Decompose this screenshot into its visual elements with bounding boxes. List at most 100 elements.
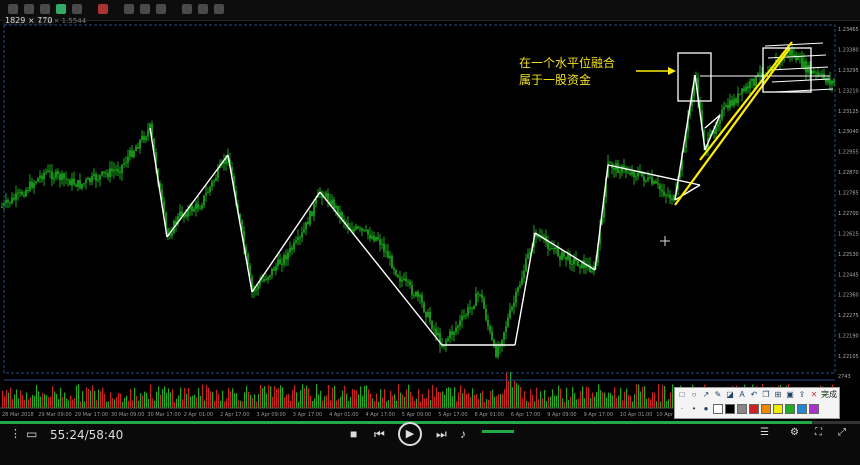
size-small-icon[interactable]: · <box>677 404 687 414</box>
screen-icon[interactable]: ▭ <box>26 427 37 441</box>
volume-bar <box>504 389 506 408</box>
swatch-black[interactable] <box>725 404 735 414</box>
time-label: 30 Mar 17:00 <box>147 412 180 418</box>
volume-bar <box>186 393 188 408</box>
seek-bar[interactable] <box>0 421 860 424</box>
volume-bar <box>452 396 454 408</box>
volume-bar <box>556 395 558 408</box>
ellipse-icon[interactable]: ○ <box>689 390 699 400</box>
time-label: 30 Mar 09:00 <box>111 412 144 418</box>
candle-body <box>19 191 21 193</box>
volume-bar <box>238 400 240 408</box>
time-label: 4 Apr 01:00 <box>329 412 358 418</box>
swatch-orange[interactable] <box>761 404 771 414</box>
candle-body <box>667 194 669 196</box>
candle-body <box>129 150 131 157</box>
expand-icon[interactable]: ⤢ <box>838 427 846 438</box>
copy-icon[interactable]: ❐ <box>761 390 771 400</box>
volume-bar <box>580 390 582 408</box>
time-label: 28 Mar 2018 <box>2 412 34 418</box>
candle-body <box>91 176 93 182</box>
volume-bar <box>448 387 450 408</box>
volume-bar <box>532 395 534 408</box>
candle-body <box>649 177 651 179</box>
candle-body <box>121 164 123 173</box>
undo-icon[interactable]: ↶ <box>749 390 759 400</box>
swatch-red[interactable] <box>749 404 759 414</box>
candle-body <box>59 174 61 180</box>
candle-body <box>433 328 435 330</box>
candle-body <box>801 57 803 68</box>
candle-body <box>265 279 267 281</box>
time-label: 3 Apr 17:00 <box>293 412 322 418</box>
candle-body <box>727 105 729 109</box>
arrow-tool-icon[interactable]: ↗ <box>701 390 711 400</box>
volume-bar <box>120 393 122 408</box>
candle-body <box>805 61 807 73</box>
stop-icon[interactable]: ■ <box>350 427 357 441</box>
text-tool-icon[interactable]: A <box>737 390 747 400</box>
candle-body <box>481 294 483 299</box>
volume-bar <box>430 400 432 408</box>
volume-bar <box>284 397 286 408</box>
candle-body <box>573 258 575 265</box>
price-chart[interactable]: 1.23465 1.23380 1.23295 1.23210 1.23125 1.230… <box>0 0 860 421</box>
fullscreen-icon[interactable]: ⛶ <box>815 427 822 438</box>
volume-bar <box>646 398 648 408</box>
volume-slider[interactable] <box>482 430 514 433</box>
volume-bar <box>496 396 498 408</box>
share-icon[interactable]: ⇪ <box>797 390 807 400</box>
player-menu-icon[interactable]: ⋮ <box>10 427 21 440</box>
volume-bar <box>570 396 572 408</box>
close-icon[interactable]: ✕ <box>809 390 819 400</box>
pin-icon[interactable]: ⊞ <box>773 390 783 400</box>
swatch-purple[interactable] <box>809 404 819 414</box>
candle-body <box>431 321 433 329</box>
rectangle-icon[interactable]: □ <box>677 390 687 400</box>
playlist-icon[interactable]: ☰ <box>760 427 769 438</box>
volume-bar <box>252 398 254 408</box>
candle-body <box>483 298 485 309</box>
marker-icon[interactable]: ◪ <box>725 390 735 400</box>
zigzag-segment <box>149 127 168 238</box>
volume-bar <box>106 401 108 408</box>
previous-icon[interactable]: ⏮ <box>374 427 385 442</box>
volume-bar <box>248 391 250 408</box>
swatch-blue[interactable] <box>797 404 807 414</box>
volume-bar <box>60 387 62 408</box>
swatch-yellow[interactable] <box>773 404 783 414</box>
done-button[interactable]: 完成 <box>821 389 837 400</box>
play-button[interactable]: ▶ <box>398 422 422 446</box>
swatch-green[interactable] <box>785 404 795 414</box>
candle-body <box>411 285 413 296</box>
size-large-icon[interactable]: ● <box>701 404 711 414</box>
candle-body <box>385 251 387 253</box>
volume-bar <box>480 393 482 408</box>
volume-icon[interactable]: ♪ <box>460 427 466 441</box>
pen-icon[interactable]: ✎ <box>713 390 723 400</box>
zigzag-segment <box>694 74 706 151</box>
candle-body <box>613 168 615 170</box>
settings-icon[interactable]: ⚙ <box>790 427 799 438</box>
volume-bar <box>652 392 654 408</box>
volume-bar <box>494 396 496 408</box>
volume-bar <box>492 389 494 408</box>
time-label: 10 Apr 01:00 <box>620 412 653 418</box>
candle-body <box>401 279 403 282</box>
size-medium-icon[interactable]: • <box>689 404 699 414</box>
candle-body <box>543 235 545 237</box>
candle-body <box>291 247 293 250</box>
volume-bar <box>154 400 156 408</box>
volume-bar <box>288 394 290 408</box>
save-icon[interactable]: ▣ <box>785 390 795 400</box>
next-icon[interactable]: ⏭ <box>436 427 447 442</box>
volume-bar <box>70 395 72 408</box>
volume-bar <box>656 401 658 408</box>
volume-bar <box>406 389 408 408</box>
volume-bar <box>224 401 226 408</box>
candle-body <box>305 221 307 230</box>
swatch-white[interactable] <box>713 404 723 414</box>
volume-bar <box>322 400 324 408</box>
swatch-gray[interactable] <box>737 404 747 414</box>
time-label: 6 Apr 01:00 <box>475 412 504 418</box>
